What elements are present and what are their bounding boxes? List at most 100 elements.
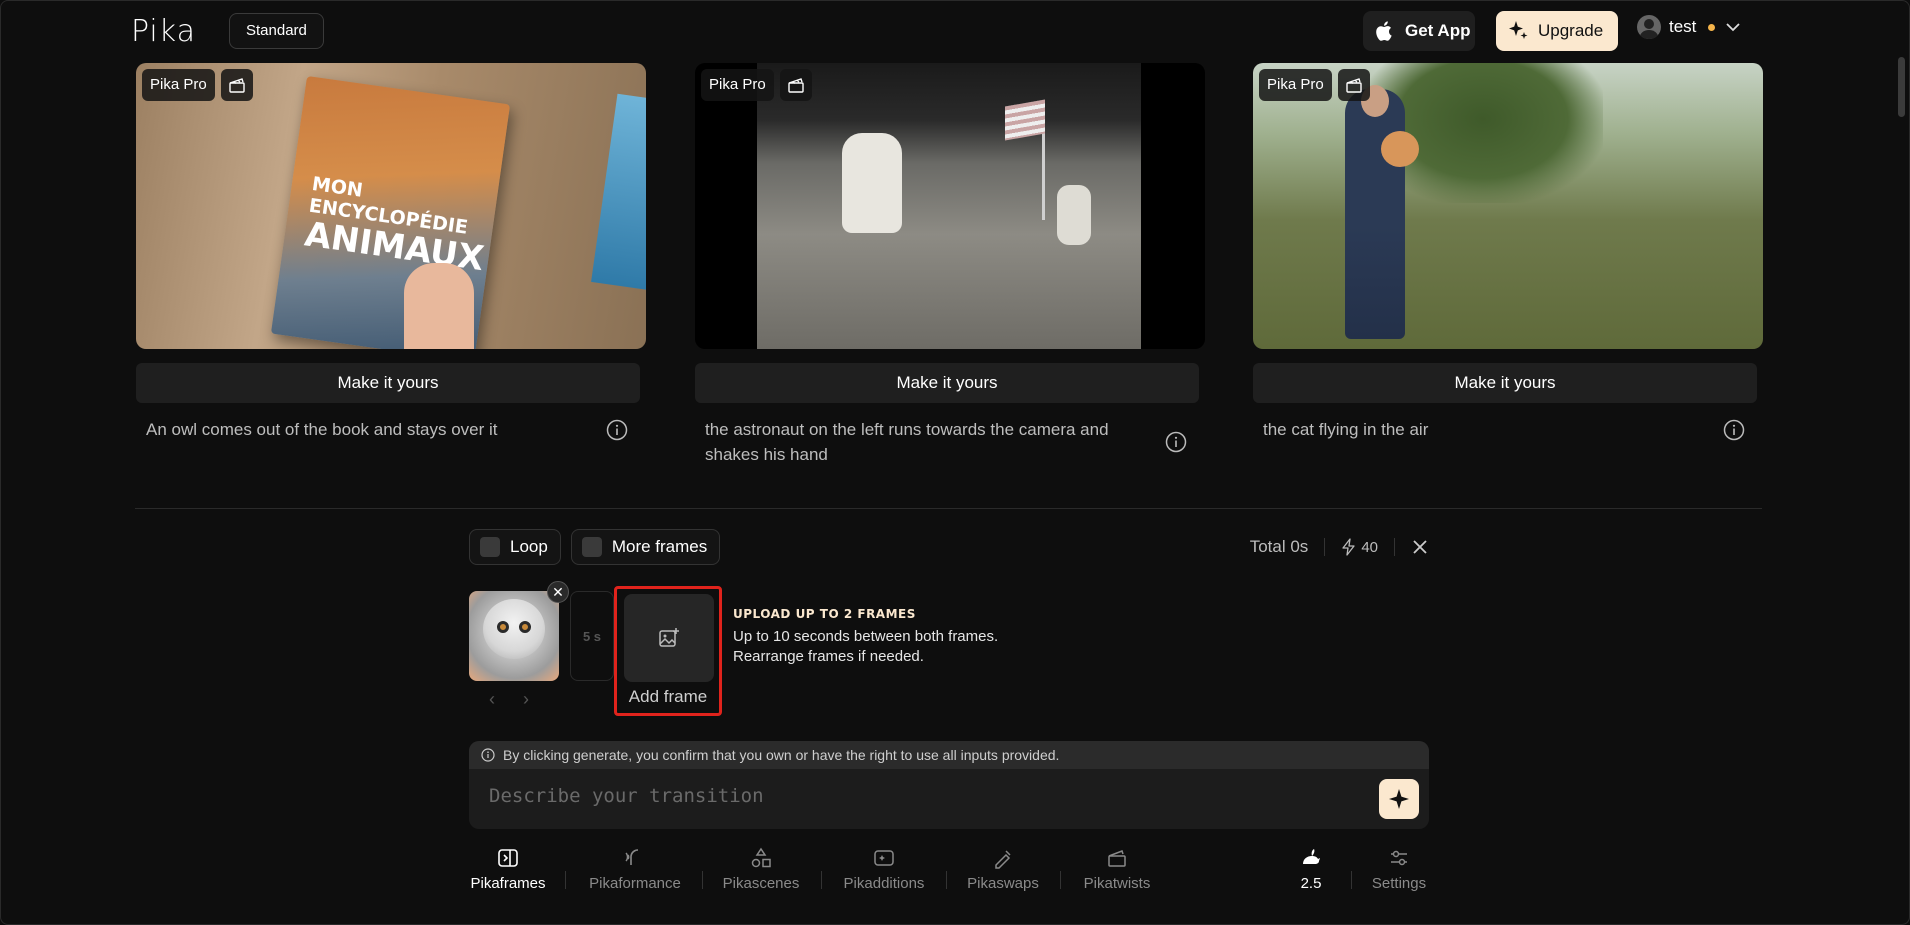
more-frames-toggle[interactable]: More frames (570, 529, 721, 565)
tool-pikadditions[interactable]: Pikadditions (841, 847, 927, 892)
upload-line-1: Up to 10 seconds between both frames. (733, 628, 999, 645)
remove-frame-button[interactable]: ✕ (547, 581, 569, 603)
username: test (1669, 17, 1697, 36)
section-divider (135, 508, 1762, 509)
example-thumbnail[interactable]: MON ENCYCLOPÉDIE ANIMAUX Pika Pro (136, 63, 646, 349)
close-icon[interactable] (1411, 538, 1429, 556)
example-card: MON ENCYCLOPÉDIE ANIMAUX Pika Pro Make i… (136, 63, 646, 442)
cat-face (483, 599, 545, 659)
info-icon[interactable] (606, 419, 628, 441)
tool-bar: Pikaframes Pikaformance Pikascenes Pikad… (469, 847, 1429, 907)
loop-toggle[interactable]: Loop (469, 529, 561, 565)
add-frame-box[interactable] (624, 594, 714, 682)
get-app-button[interactable]: Get App (1363, 11, 1475, 51)
make-it-yours-button[interactable]: Make it yours (695, 363, 1199, 403)
total-duration: Total 0s (1249, 537, 1309, 556)
pikaformance-icon (625, 849, 639, 865)
frame-thumbnail-cat[interactable] (469, 591, 559, 681)
prompt-box: By clicking generate, you confirm that y… (469, 741, 1429, 829)
divider (565, 871, 566, 889)
example-thumbnail[interactable]: Pika Pro (695, 63, 1205, 349)
app-window: Pika Standard Get App Upgrade test MON E… (0, 0, 1910, 925)
tool-pikascenes[interactable]: Pikascenes (721, 847, 801, 892)
pikadditions-icon (874, 850, 894, 866)
pikatwists-icon (1108, 850, 1126, 867)
prev-arrow-icon[interactable]: ‹ (489, 689, 495, 710)
divider (702, 871, 703, 889)
sparkle-icon (1509, 21, 1528, 39)
upload-title: UPLOAD UP TO 2 FRAMES (733, 607, 916, 621)
make-it-yours-button[interactable]: Make it yours (1253, 363, 1757, 403)
clapper-icon (779, 69, 812, 101)
prompt-input[interactable] (489, 785, 1349, 807)
divider (1394, 538, 1395, 556)
rabbit-icon (1303, 849, 1320, 864)
disclaimer-text: By clicking generate, you confirm that y… (503, 747, 1060, 763)
man (1345, 89, 1405, 339)
sparkle-icon (1389, 789, 1409, 809)
totals-row: Total 0s 40 (1250, 529, 1429, 565)
example-card: Pika Pro Make it yours the astronaut on … (695, 63, 1205, 467)
upload-instructions: UPLOAD UP TO 2 FRAMES Up to 10 seconds b… (733, 607, 998, 667)
loop-label: Loop (510, 537, 548, 556)
plan-button[interactable]: Standard (229, 13, 324, 49)
clapper-icon (220, 69, 253, 101)
book-title: MON ENCYCLOPÉDIE ANIMAUX (302, 172, 487, 280)
pikascenes-icon (751, 847, 771, 868)
info-icon (481, 748, 495, 762)
more-frames-checkbox[interactable] (581, 537, 602, 557)
pika-logo[interactable]: Pika (131, 14, 196, 49)
caption-text: the cat flying in the air (1263, 420, 1429, 439)
tool-pikatwists[interactable]: Pikatwists (1080, 847, 1154, 892)
divider (821, 871, 822, 889)
frame-duration[interactable]: 5 s (570, 591, 614, 681)
tool-pikaswaps[interactable]: Pikaswaps (965, 847, 1041, 892)
pikaframes-icon (498, 849, 518, 867)
upgrade-button[interactable]: Upgrade (1496, 11, 1618, 51)
chevron-down-icon (1726, 23, 1741, 32)
caption-text: An owl comes out of the book and stays o… (146, 420, 498, 439)
cat-eye (497, 621, 509, 633)
make-it-yours-button[interactable]: Make it yours (136, 363, 640, 403)
add-frame-label: Add frame (628, 687, 708, 706)
divider (946, 871, 947, 889)
lightning-icon (1342, 538, 1355, 556)
settings-button[interactable]: Settings (1369, 847, 1429, 892)
moon-scene (757, 63, 1141, 349)
card-caption: the cat flying in the air (1253, 417, 1763, 442)
scrollbar[interactable] (1898, 57, 1905, 117)
kitten (1381, 131, 1419, 167)
astronaut-right (1057, 185, 1091, 245)
upload-line-2: Rearrange frames if needed. (733, 648, 924, 665)
more-frames-label: More frames (611, 537, 708, 556)
add-image-icon (659, 628, 679, 647)
add-frame-button[interactable]: Add frame (614, 586, 722, 716)
top-bar: Pika Standard Get App Upgrade test (1, 1, 1909, 61)
composer-panel: Loop More frames Total 0s 40 ✕ 5 s Add f… (469, 529, 1429, 892)
pikaswaps-icon (995, 850, 1011, 869)
model-selector[interactable]: 2.5 (1291, 847, 1331, 892)
user-menu[interactable]: test (1637, 15, 1743, 39)
card-caption: An owl comes out of the book and stays o… (136, 417, 646, 442)
avatar (1637, 15, 1661, 39)
pika-pro-badge: Pika Pro (1259, 69, 1332, 101)
notification-dot (1708, 23, 1716, 31)
frame-nav: ‹ › (489, 689, 529, 710)
tool-pikaframes[interactable]: Pikaframes (469, 847, 547, 892)
info-icon[interactable] (1723, 419, 1745, 441)
tool-pikaformance[interactable]: Pikaformance (586, 847, 684, 892)
card-caption: the astronaut on the left runs towards t… (695, 417, 1205, 467)
example-thumbnail[interactable]: Pika Pro (1253, 63, 1763, 349)
badge-row: Pika Pro (701, 69, 812, 101)
next-arrow-icon[interactable]: › (523, 689, 529, 710)
badge-row: Pika Pro (1259, 69, 1370, 101)
get-app-label: Get App (1405, 21, 1471, 40)
second-book (591, 93, 646, 291)
caption-text: the astronaut on the left runs towards t… (705, 420, 1109, 464)
settings-sliders-icon (1391, 850, 1407, 866)
info-icon[interactable] (1165, 431, 1187, 453)
generate-button[interactable] (1379, 779, 1419, 819)
loop-checkbox[interactable] (480, 537, 500, 557)
upgrade-label: Upgrade (1538, 21, 1604, 40)
frames-area: ✕ 5 s Add frame ‹ › UPLOAD UP TO 2 FRAME… (469, 581, 1429, 721)
